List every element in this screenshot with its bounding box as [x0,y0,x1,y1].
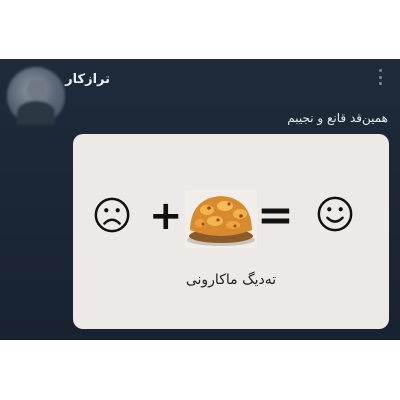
avatar[interactable] [7,67,65,125]
meme-equation: + = [73,190,389,250]
tweet-media-image[interactable]: + = تەدیگ ماکارونی [73,134,389,329]
username[interactable]: ترازکار [65,72,110,87]
tahdig-food-image [185,190,257,248]
more-options-icon[interactable] [378,69,382,85]
tweet-text: همین‌قد قانع و نجیبم [287,111,388,125]
food-caption: تەدیگ ماکارونی [185,272,277,288]
sad-face-icon [94,197,130,233]
tweet-card[interactable]: ترازکار همین‌قد قانع و نجیبم + [0,59,400,340]
happy-face-icon [317,196,353,232]
plus-symbol: + [149,193,183,239]
equals-symbol: = [257,190,294,241]
